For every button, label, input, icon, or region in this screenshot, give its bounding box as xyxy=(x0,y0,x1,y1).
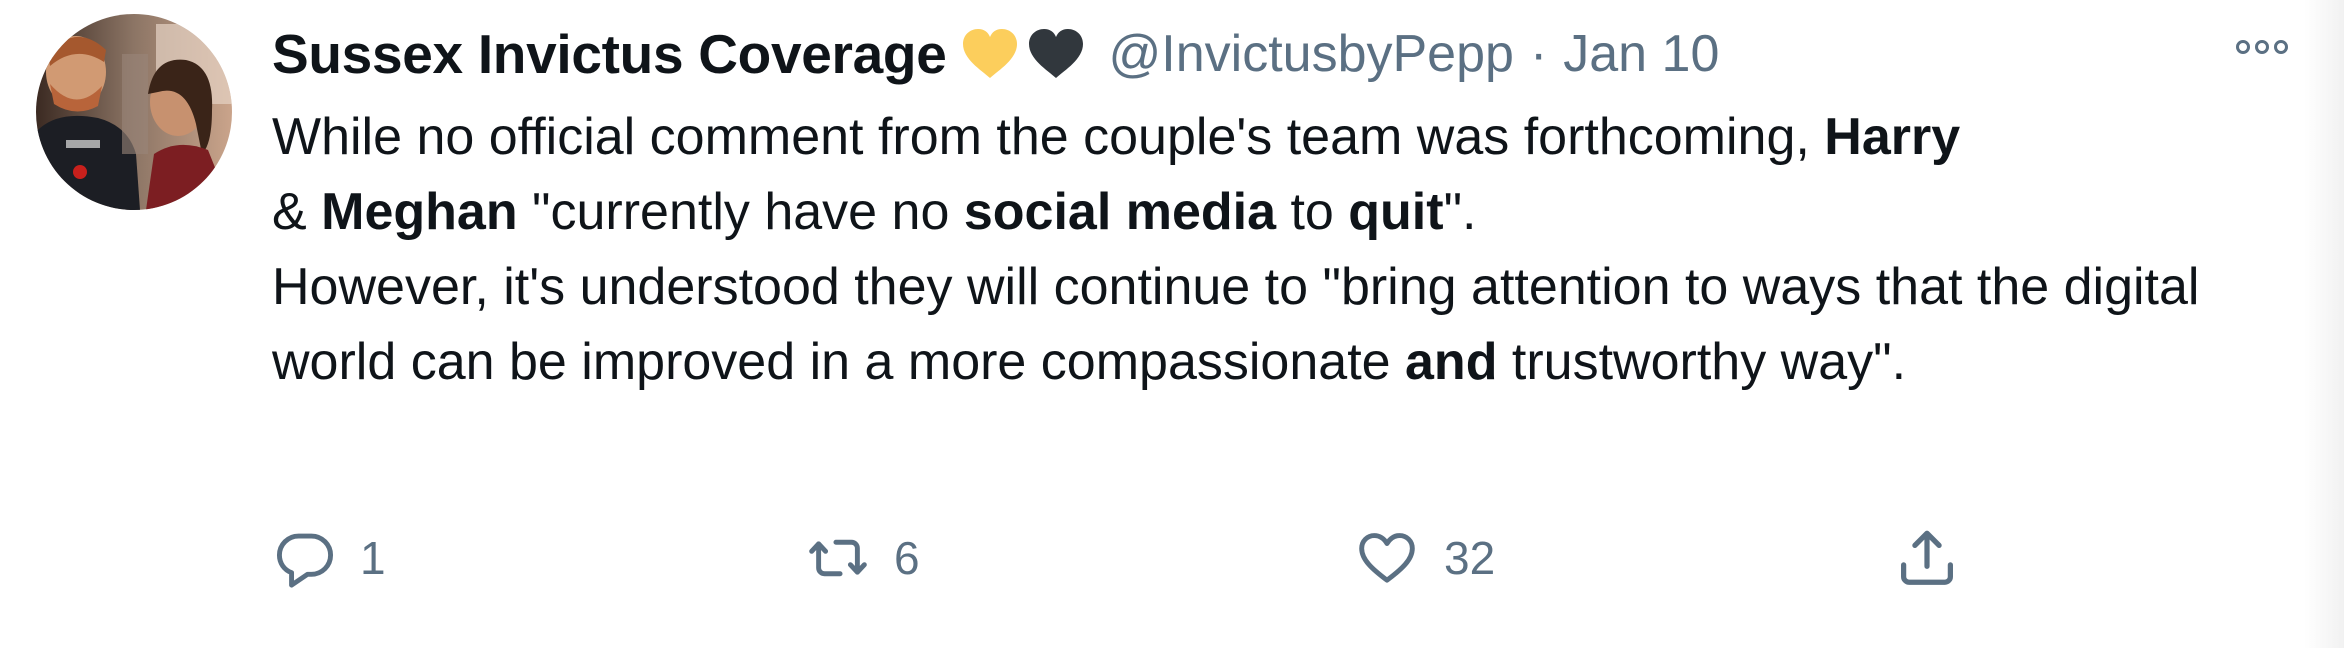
text-segment: "currently have no xyxy=(517,183,964,241)
bold-segment: Harry xyxy=(1824,108,1961,166)
more-dot xyxy=(2255,40,2269,54)
retweet-count: 6 xyxy=(894,532,920,584)
author-handle[interactable]: @InvictusbyPepp xyxy=(1109,24,1514,84)
bold-segment: Meghan xyxy=(321,183,518,241)
reply-count: 1 xyxy=(360,532,386,584)
separator-dot: · xyxy=(1529,25,1548,83)
reply-button[interactable]: 1 xyxy=(274,518,386,598)
heart-icon xyxy=(1359,533,1415,583)
text-segment: trustworthy way". xyxy=(1497,333,1907,391)
more-icon[interactable] xyxy=(2236,40,2288,54)
retweet-icon xyxy=(809,539,867,577)
bold-segment: social media xyxy=(963,183,1276,241)
text-segment: However, it's understood they will conti… xyxy=(272,258,2200,391)
author-display-name[interactable]: Sussex Invictus Coverage xyxy=(272,22,947,86)
yellow-heart-icon xyxy=(962,29,1017,78)
retweet-button[interactable]: 6 xyxy=(806,518,920,598)
more-dot xyxy=(2236,40,2250,54)
avatar-photo xyxy=(36,14,232,210)
tweet-header: Sussex Invictus Coverage @InvictusbyPepp… xyxy=(272,14,1719,94)
text-segment: & xyxy=(272,183,322,241)
text-segment: to xyxy=(1276,183,1349,241)
more-dot xyxy=(2274,40,2288,54)
black-heart-icon xyxy=(1028,29,1083,78)
name-emojis xyxy=(961,28,1085,80)
tweet-paragraph: However, it's understood they will conti… xyxy=(272,250,2312,400)
text-segment: While no official comment from the coupl… xyxy=(272,108,1825,166)
like-button[interactable]: 32 xyxy=(1354,518,1495,598)
tweet-text: While no official comment from the coupl… xyxy=(272,100,2312,400)
bold-segment: and xyxy=(1405,333,1498,391)
reply-icon xyxy=(276,533,334,588)
avatar[interactable] xyxy=(36,14,232,210)
like-count: 32 xyxy=(1444,532,1496,584)
text-segment: ". xyxy=(1443,183,1477,241)
bold-segment: quit xyxy=(1348,183,1444,241)
share-icon xyxy=(1901,530,1953,585)
tweet-actions: 1 6 32 xyxy=(272,518,2012,598)
tweet-paragraph: While no official comment from the coupl… xyxy=(272,100,2312,250)
share-button[interactable] xyxy=(1894,518,1960,598)
tweet-date[interactable]: Jan 10 xyxy=(1563,24,1719,84)
